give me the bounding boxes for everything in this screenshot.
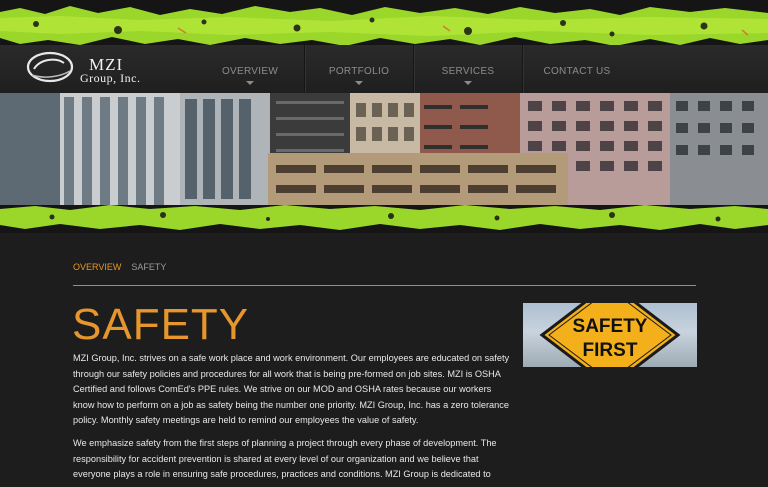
nav-item-contact-us[interactable]: CONTACT US [522, 45, 631, 93]
nav-item-overview[interactable]: OVERVIEW [196, 45, 304, 93]
top-grunge-banner [0, 0, 768, 48]
sign-text-line2: FIRST [583, 340, 638, 361]
safety-first-sign-image: SAFETY FIRST [523, 303, 697, 367]
bottom-grunge-banner [0, 205, 768, 233]
grunge-texture-top [0, 6, 768, 46]
nav-item-portfolio[interactable]: PORTFOLIO [304, 45, 413, 93]
safety-sign-illustration: SAFETY FIRST [539, 303, 681, 367]
chevron-down-icon [355, 81, 363, 85]
city-buildings-illustration [0, 93, 768, 209]
body-paragraph: We emphasize safety from the first steps… [73, 438, 497, 480]
swoosh-logo-icon [26, 51, 74, 83]
intro-paragraph: MZI Group, Inc. strives on a safe work p… [73, 353, 510, 426]
nav-label: OVERVIEW [221, 66, 279, 77]
main-nav: OVERVIEW PORTFOLIO SERVICES CONTACT US [196, 45, 631, 93]
breadcrumb-safety-link[interactable]: SAFETY [131, 262, 166, 272]
section-divider [73, 285, 696, 286]
page-title: SAFETY [72, 300, 250, 349]
hero-image-buildings [0, 93, 768, 209]
nav-label: SERVICES [441, 66, 495, 77]
breadcrumb-overview-link[interactable]: OVERVIEW [73, 262, 121, 272]
brand-subtitle: Group, Inc. [80, 71, 141, 85]
nav-label: PORTFOLIO [328, 66, 390, 77]
breadcrumb: OVERVIEW SAFETY [73, 262, 166, 272]
chevron-down-icon [464, 81, 472, 85]
nav-label: CONTACT US [543, 66, 611, 77]
sign-text-line1: SAFETY [573, 316, 648, 337]
grunge-texture-bottom [0, 205, 768, 230]
nav-item-services[interactable]: SERVICES [413, 45, 522, 93]
chevron-down-icon [246, 81, 254, 85]
